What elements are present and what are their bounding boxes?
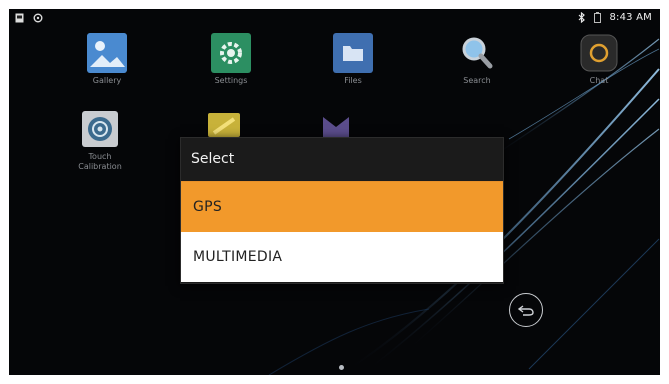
bluetooth-icon <box>579 12 586 23</box>
option-gps[interactable]: GPS <box>181 181 503 232</box>
app-icon-partial <box>208 113 240 137</box>
dialog-title: Select <box>191 151 235 167</box>
folder-icon <box>333 33 373 73</box>
app-search[interactable]: Search <box>437 33 517 86</box>
status-bar: 8:43 AM <box>9 9 660 29</box>
app-chat[interactable]: Chat <box>559 33 639 86</box>
device-screen: 8:43 AM Gallery Settings Files Search Ch… <box>9 9 660 375</box>
battery-icon <box>594 12 602 23</box>
notification-icon <box>15 13 24 23</box>
app-label: Gallery <box>92 76 122 85</box>
page-indicator-dot <box>339 365 344 370</box>
app-settings[interactable]: Settings <box>191 33 271 86</box>
settings-icon <box>211 33 251 73</box>
app-label: Files <box>344 76 362 85</box>
back-arrow-icon <box>517 305 534 316</box>
clock: 8:43 AM <box>609 12 652 23</box>
app-files[interactable]: Files <box>313 33 393 86</box>
sync-icon <box>33 13 43 23</box>
chat-icon <box>579 33 619 73</box>
app-gallery[interactable]: Gallery <box>67 33 147 86</box>
search-icon <box>457 33 497 73</box>
app-touch-calibration[interactable]: Touch Calibration <box>60 109 140 172</box>
select-dialog: Select GPS MULTIMEDIA <box>180 137 504 284</box>
app-label: Settings <box>214 76 248 85</box>
gallery-icon <box>87 33 127 73</box>
option-multimedia[interactable]: MULTIMEDIA <box>181 232 503 282</box>
app-label: Chat <box>589 76 609 85</box>
app-label: Touch Calibration <box>78 152 122 171</box>
app-icon-partial <box>323 117 349 137</box>
back-button[interactable] <box>509 293 543 327</box>
app-label: Search <box>463 76 491 85</box>
screenshot-frame: 8:43 AM Gallery Settings Files Search Ch… <box>0 0 669 384</box>
touch-calibration-icon <box>80 109 120 149</box>
